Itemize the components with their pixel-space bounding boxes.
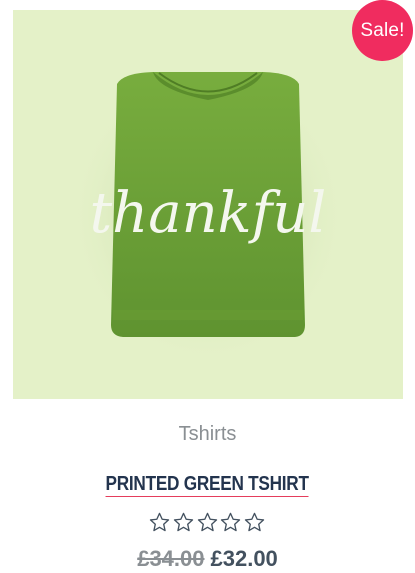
product-price: £34.00 £32.00 <box>0 546 415 572</box>
product-title: PRINTED GREEN TSHIRT <box>0 473 415 497</box>
old-price: £34.00 <box>137 546 205 571</box>
star-outline-icon <box>149 512 170 532</box>
star-outline-icon <box>244 512 265 532</box>
product-card: thankful Sale! Tshirts PRINTED GREEN TSH… <box>0 0 415 573</box>
product-title-link[interactable]: PRINTED GREEN TSHIRT <box>105 473 309 497</box>
product-category-link[interactable]: Tshirts <box>0 423 415 446</box>
shirt-print-text: thankful <box>90 181 327 246</box>
product-image[interactable]: thankful <box>13 10 403 399</box>
star-outline-icon <box>197 512 217 532</box>
star-outline-icon <box>221 512 241 532</box>
sale-badge: Sale! <box>352 0 413 61</box>
sale-price: £32.00 <box>210 546 278 571</box>
folded-tshirt-illustration: thankful <box>68 65 348 365</box>
star-outline-icon <box>173 512 193 532</box>
rating-stars[interactable] <box>148 511 266 537</box>
